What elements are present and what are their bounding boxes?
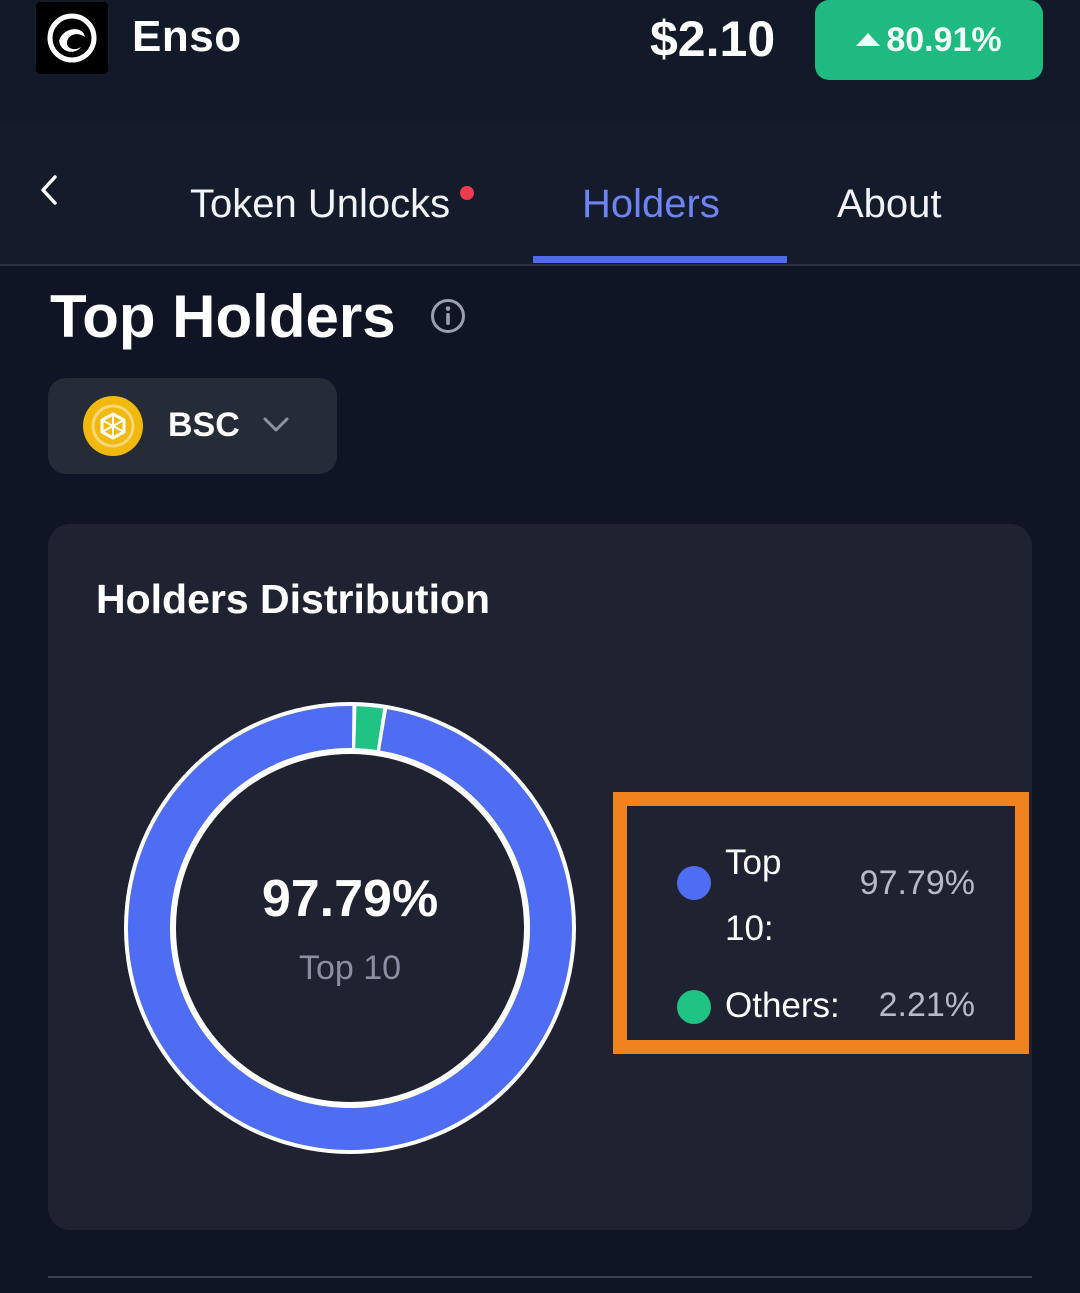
legend-top10-label: Top 10: [725,843,782,948]
legend-others-label: Others: [725,986,840,1025]
notification-dot [460,186,475,200]
price-change-badge: 80.91% [815,0,1043,80]
chain-selector[interactable]: BSC [48,378,337,474]
token-price: $2.10 [650,11,776,67]
bnb-chain-icon [83,396,143,456]
back-button[interactable] [34,170,64,210]
tab-label: Token Unlocks [190,182,451,226]
donut-center-value: 97.79% [261,870,439,928]
chain-selected-label: BSC [168,406,240,444]
arrow-up-icon [856,32,881,46]
enso-logo-icon [36,2,108,74]
tab-token-unlocks[interactable]: Token Unlocks [190,182,475,227]
section-divider [48,1276,1032,1278]
legend-top10-value: 97.79% [859,864,975,902]
tab-label: Holders [582,182,720,226]
page-title: Top Holders [50,283,396,350]
holders-distribution-card: Holders Distribution 97.79% Top 10 Top 1… [48,524,1032,1230]
app-name: Enso [132,12,242,61]
app-header: Enso $2.10 80.91% [0,0,1080,122]
chevron-left-icon [41,175,57,205]
card-title: Holders Distribution [96,576,491,622]
chart-legend: Top 10: 97.79% Others: 2.21% [613,792,1029,1054]
tab-bar: Token Unlocks Holders About [0,122,1080,266]
chevron-down-icon [263,417,289,432]
tab-holders[interactable]: Holders [582,182,720,227]
info-icon[interactable] [430,298,466,334]
active-tab-indicator [533,256,787,263]
tab-about[interactable]: About [837,182,942,227]
legend-top10-swatch [677,866,711,900]
donut-center-label: Top 10 [298,949,402,987]
legend-others-value: 2.21% [878,986,975,1024]
legend-others-swatch [677,990,711,1024]
price-change-value: 80.91% [886,20,1002,59]
tab-label: About [837,182,942,226]
